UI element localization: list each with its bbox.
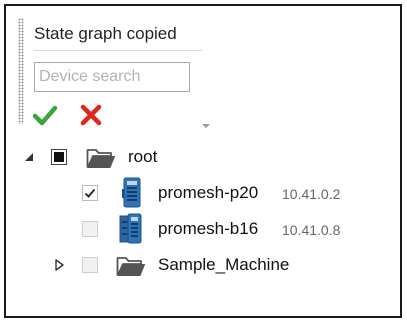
- folder-open-icon: [116, 255, 146, 277]
- expanded-arrow-icon[interactable]: [22, 150, 36, 164]
- tree-row-folder[interactable]: Sample_Machine: [6, 250, 404, 280]
- root-checkbox[interactable]: [51, 149, 67, 165]
- folder-open-icon: [86, 147, 116, 169]
- collapsed-arrow-icon[interactable]: [52, 258, 66, 272]
- checkmark-icon: [84, 188, 96, 198]
- device-checkbox[interactable]: [82, 221, 98, 237]
- cancel-button[interactable]: [78, 102, 104, 128]
- panel-title: State graph copied: [34, 24, 177, 43]
- device-name: promesh-b16: [158, 219, 259, 238]
- tree-row-device[interactable]: promesh-p20 10.41.0.2: [6, 177, 404, 209]
- device-ip: 10.41.0.8: [282, 222, 341, 238]
- tree-row-device[interactable]: promesh-b16 10.41.0.8: [6, 213, 404, 245]
- device-search-input[interactable]: [34, 62, 190, 92]
- tree-node-label: root: [128, 147, 158, 166]
- title-divider: [34, 50, 202, 51]
- network-switch-icon: [120, 177, 144, 209]
- device-ip: 10.41.0.2: [282, 186, 341, 202]
- device-checkbox[interactable]: [82, 185, 98, 201]
- dropdown-caret-icon[interactable]: [202, 124, 210, 128]
- device-name: promesh-p20: [158, 183, 259, 202]
- network-switch-icon: [117, 213, 145, 245]
- confirm-button[interactable]: [32, 102, 58, 128]
- folder-name: Sample_Machine: [158, 255, 290, 274]
- x-icon: [80, 104, 102, 126]
- folder-checkbox[interactable]: [82, 257, 98, 273]
- device-tree-panel: State graph copied root: [4, 4, 402, 318]
- drag-grip[interactable]: [18, 18, 24, 124]
- check-icon: [32, 105, 58, 126]
- tree-row-root[interactable]: root: [6, 142, 404, 172]
